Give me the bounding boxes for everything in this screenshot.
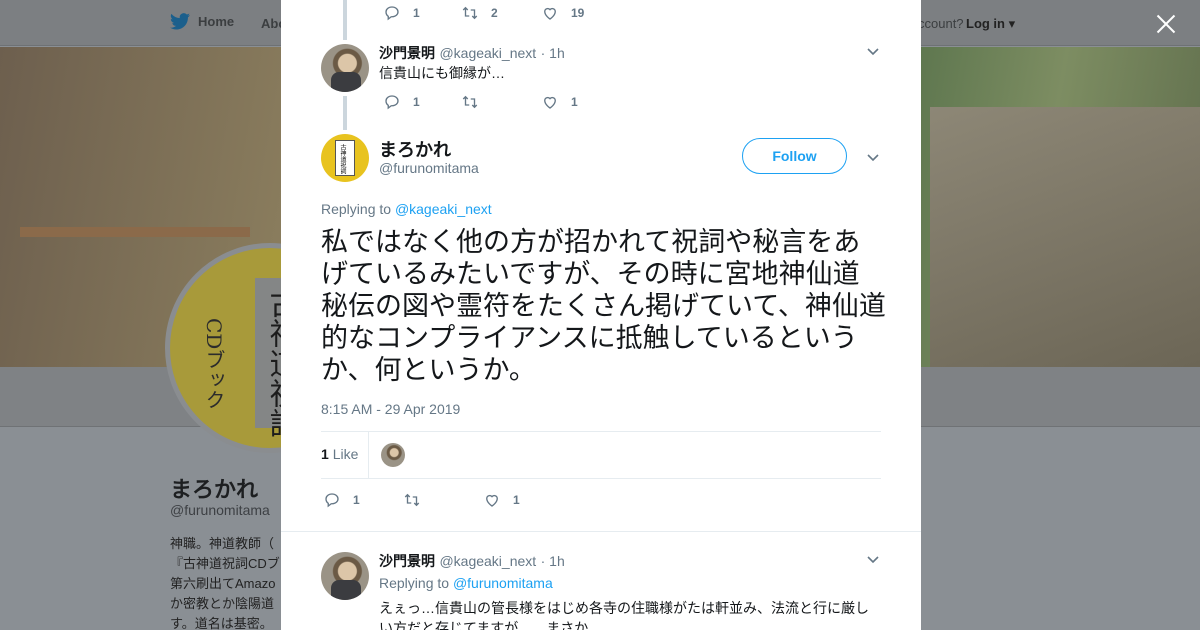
like-button[interactable]: 1 (483, 491, 520, 509)
bio-line: 第六刷出てAmazo (170, 576, 276, 591)
bio-line: す。道名は基密。 (170, 616, 273, 630)
replying-prefix: Replying to (321, 201, 392, 217)
retweet-button[interactable] (403, 491, 483, 509)
replying-mention[interactable]: @furunomitama (453, 575, 553, 591)
divider (368, 432, 369, 478)
author-handle[interactable]: @furunomitama (379, 160, 479, 176)
chevron-down-icon[interactable] (866, 44, 880, 58)
heart-icon (544, 96, 556, 109)
reply-icon (325, 493, 339, 508)
thread-line (343, 96, 347, 130)
profile-bio: 神職。神道教師（ 『古神道祝詞CDブ 第六刷出てAmazo か密教とか陰陽道 す… (170, 534, 280, 630)
author-name[interactable]: まろかれ (379, 136, 451, 162)
reply-button[interactable]: 1 (383, 4, 461, 22)
like-button[interactable]: 19 (541, 4, 584, 22)
like-count: 19 (571, 6, 585, 20)
heart-icon (544, 7, 556, 20)
login-label: Log in (966, 16, 1005, 31)
author-name[interactable]: 沙門景明 (379, 553, 435, 569)
liker-avatar[interactable] (381, 443, 405, 467)
reply-button[interactable]: 1 (323, 491, 403, 509)
divider (321, 431, 881, 432)
author-name[interactable]: 沙門景明 (379, 45, 435, 61)
reply-count: 1 (413, 95, 420, 109)
likes-stat-label: Like (332, 446, 359, 462)
author-handle[interactable]: @kageaki_next (439, 45, 536, 61)
tweet-header: 沙門景明 @kageaki_next · 1h (379, 551, 565, 571)
replying-to: Replying to @kageaki_next (321, 201, 492, 217)
retweet-button[interactable]: 2 (461, 4, 541, 22)
shrine-shape (930, 107, 1200, 367)
likes-stat-count: 1 (321, 446, 329, 462)
avatar[interactable] (321, 552, 369, 600)
reply-icon (385, 6, 399, 21)
nav-home-label: Home (198, 14, 235, 29)
main-tweet-text: 私ではなく他の方が招かれて祝詞や秘言をあげているみたいですが、その時に宮地神仙道… (321, 227, 886, 385)
chevron-down-icon[interactable] (866, 150, 880, 164)
like-count: 1 (513, 493, 520, 507)
follow-button[interactable]: Follow (742, 138, 847, 174)
retweet-count: 2 (491, 6, 498, 20)
profile-handle[interactable]: @furunomitama (170, 502, 270, 518)
like-button[interactable]: 1 (541, 93, 578, 111)
replying-mention[interactable]: @kageaki_next (395, 201, 492, 217)
replying-prefix: Replying to (379, 575, 450, 591)
avatar-book-text: 古神道祝詞 (339, 144, 346, 174)
author-handle[interactable]: @kageaki_next (439, 553, 536, 569)
avatar[interactable]: 古神道祝詞 (321, 134, 369, 182)
like-count: 1 (571, 95, 578, 109)
avatar-book-cover: 古神道祝詞 (335, 140, 355, 176)
tweet-timestamp[interactable]: 8:15 AM - 29 Apr 2019 (321, 401, 460, 417)
likes-stat[interactable]: 1 Like (321, 446, 358, 462)
twitter-bird-icon (170, 13, 190, 30)
profile-name: まろかれ (170, 477, 259, 502)
retweet-icon (462, 6, 478, 20)
tweet-actions: 1 1 (383, 93, 578, 111)
login-link[interactable]: Log in ▾ (966, 16, 1015, 32)
retweet-icon (462, 95, 478, 109)
reply-button[interactable]: 1 (383, 93, 461, 111)
tweet-modal: 1 2 19 沙門景明 @kageaki_next · 1h 信貴山にも御縁が…… (281, 0, 921, 630)
retweet-button[interactable] (461, 93, 541, 111)
tweet-text: 信貴山にも御縁が… (379, 65, 505, 81)
avatar[interactable] (321, 44, 369, 92)
nav-home-link[interactable]: Home (170, 13, 234, 30)
tweet-actions-prev: 1 2 19 (383, 4, 584, 22)
tweet-time[interactable]: · 1h (541, 553, 565, 569)
account-prompt: ccount? (918, 16, 964, 31)
bio-line: か密教とか陰陽道 (170, 596, 275, 611)
divider (321, 478, 881, 479)
retweet-icon (404, 493, 420, 507)
bio-line: 『古神道祝詞CDブ (170, 556, 280, 571)
bio-line: 神職。神道教師（ (170, 536, 275, 551)
replying-to: Replying to @furunomitama (379, 575, 553, 591)
main-tweet-actions: 1 1 (323, 491, 520, 509)
tweet-header: 沙門景明 @kageaki_next · 1h (379, 43, 565, 63)
divider (281, 531, 921, 532)
reply-count: 1 (413, 6, 420, 20)
avatar-subtitle-text: CDブック (202, 318, 226, 410)
tweet-time[interactable]: · 1h (541, 45, 565, 61)
thread-line (343, 0, 347, 40)
reply-count: 1 (353, 493, 360, 507)
close-modal-icon[interactable] (1155, 13, 1177, 35)
reply-icon (385, 95, 399, 110)
tweet-text: えぇっ…信貴山の管長様をはじめ各寺の住職様がたは軒並み、法流と行に厳しい方だと存… (379, 600, 869, 630)
chevron-down-icon[interactable] (866, 552, 880, 566)
heart-icon (486, 494, 498, 507)
